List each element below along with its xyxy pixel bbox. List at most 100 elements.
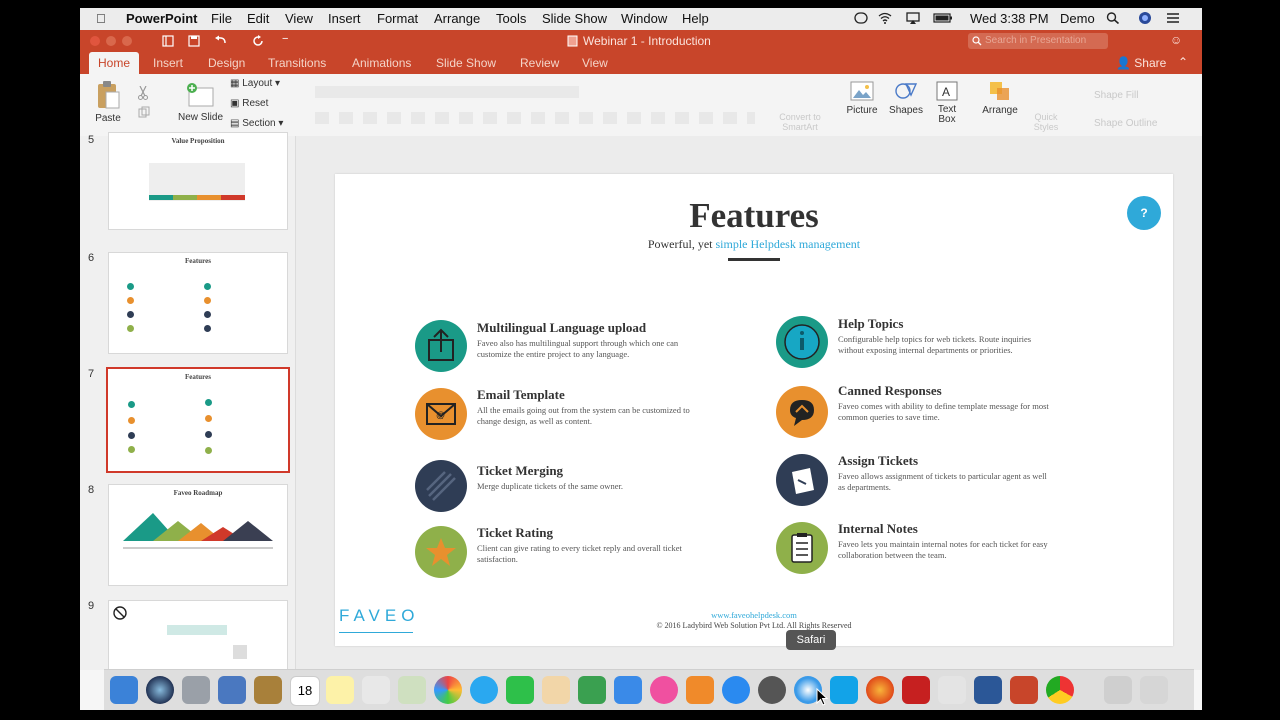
menu-window[interactable]: Window [621,11,667,26]
pages-icon[interactable] [542,676,570,704]
wifi-icon[interactable] [878,12,892,24]
tab-design[interactable]: Design [208,56,245,70]
feature-title[interactable]: Internal Notes [838,521,918,537]
notification-center-icon[interactable] [1166,12,1180,24]
save-icon[interactable] [188,35,200,47]
tab-animations[interactable]: Animations [352,56,411,70]
cut-icon[interactable] [138,86,148,100]
text-box-button[interactable]: A Text Box [932,80,962,125]
slide-canvas[interactable]: Features Powerful, yet simple Helpdesk m… [335,174,1173,646]
text-edit-icon[interactable] [938,676,966,704]
spotlight-search-icon[interactable] [1106,12,1120,24]
feature-title[interactable]: Multilingual Language upload [477,320,646,336]
arrange-button[interactable]: Arrange [978,80,1022,116]
notes-folder-icon[interactable] [254,676,282,704]
stickies-icon[interactable] [326,676,354,704]
tab-review[interactable]: Review [520,56,559,70]
paste-button[interactable]: Paste [88,80,128,124]
calendar-icon[interactable]: 18 [290,676,320,706]
new-slide-button[interactable]: New Slide [178,82,223,123]
system-preferences-icon[interactable] [758,676,786,704]
feature-desc[interactable]: All the emails going out from the system… [477,405,692,427]
slide-title[interactable]: Features [335,196,1173,236]
shapes-button[interactable]: Shapes [888,80,924,116]
slide-thumbnail-7[interactable]: Features [106,367,290,473]
apple-menu-icon[interactable]:  [96,11,106,26]
minimize-window-button[interactable] [106,36,116,46]
reset-button[interactable]: ▣ Reset [230,98,268,109]
siri-dock-icon[interactable] [146,676,174,704]
system-app-icon[interactable] [218,676,246,704]
feature-title[interactable]: Assign Tickets [838,453,918,469]
help-badge[interactable]: ? [1127,196,1161,230]
sidebar-toggle-icon[interactable] [162,35,174,47]
feature-desc[interactable]: Faveo also has multilingual support thro… [477,338,692,360]
itunes-icon[interactable] [650,676,678,704]
smiley-feedback-icon[interactable]: ☺ [1170,33,1182,47]
slide-thumbnail-5[interactable]: Value Proposition [108,132,288,230]
clock[interactable]: Wed 3:38 PM [970,11,1049,26]
feature-desc[interactable]: Client can give rating to every ticket r… [477,543,692,565]
zoom-window-button[interactable] [122,36,132,46]
slide-thumbnail-panel[interactable]: 5 Value Proposition 6 Features 7 Feature… [80,132,296,672]
app-menu[interactable]: PowerPoint [126,11,198,26]
picture-button[interactable]: Picture [844,80,880,116]
app-store-icon[interactable] [722,676,750,704]
keynote-icon[interactable] [614,676,642,704]
shape-outline-button[interactable]: Shape Outline [1094,118,1157,129]
tab-home[interactable]: Home [89,52,140,74]
powerpoint-icon[interactable] [1010,676,1038,704]
filezilla-icon[interactable] [902,676,930,704]
notification-icon[interactable] [854,12,868,24]
firefox-icon[interactable] [866,676,894,704]
airplay-icon[interactable] [906,12,920,24]
copy-icon[interactable] [138,106,150,118]
numbers-icon[interactable] [578,676,606,704]
photos-icon[interactable] [434,676,462,704]
slide-subtitle[interactable]: Powerful, yet simple Helpdesk management [335,237,1173,252]
messages-icon[interactable] [470,676,498,704]
share-button[interactable]: 👤 Share [1116,56,1166,70]
siri-icon[interactable] [1138,12,1152,24]
menu-arrange[interactable]: Arrange [434,11,480,26]
tab-slide-show[interactable]: Slide Show [436,56,496,70]
menu-insert[interactable]: Insert [328,11,361,26]
feature-title[interactable]: Ticket Merging [477,463,563,479]
redo-icon[interactable] [252,35,264,47]
finder-icon[interactable] [110,676,138,704]
undo-icon[interactable] [214,35,228,47]
feature-desc[interactable]: Faveo allows assignment of tickets to pa… [838,471,1053,493]
menu-help[interactable]: Help [682,11,709,26]
user-menu[interactable]: Demo [1060,11,1095,26]
facetime-icon[interactable] [506,676,534,704]
layout-button[interactable]: ▦ Layout ▾ [230,78,280,89]
downloads-stack-icon[interactable] [1104,676,1132,704]
word-icon[interactable] [974,676,1002,704]
slide-thumbnail-9[interactable] [108,600,288,672]
footer-url[interactable]: www.faveohelpdesk.com [335,610,1173,620]
tab-transitions[interactable]: Transitions [268,56,326,70]
menu-format[interactable]: Format [377,11,418,26]
launchpad-icon[interactable] [182,676,210,704]
section-button[interactable]: ▤ Section ▾ [230,118,283,129]
convert-smartart-button[interactable]: Convert to SmartArt [770,112,830,132]
menu-tools[interactable]: Tools [496,11,526,26]
maps-icon[interactable] [398,676,426,704]
trash-icon[interactable] [1140,676,1168,704]
ibooks-icon[interactable] [686,676,714,704]
slide-thumbnail-8[interactable]: Faveo Roadmap [108,484,288,586]
skype-icon[interactable] [830,676,858,704]
tab-view[interactable]: View [582,56,608,70]
collapse-ribbon-icon[interactable]: ⌃ [1178,55,1188,69]
feature-title[interactable]: Email Template [477,387,565,403]
shape-fill-button[interactable]: Shape Fill [1094,90,1138,101]
slide-thumbnail-6[interactable]: Features [108,252,288,354]
search-in-presentation-field[interactable]: Search in Presentation [968,33,1108,49]
feature-desc[interactable]: Faveo lets you maintain internal notes f… [838,539,1053,561]
quick-styles-button[interactable]: Quick Styles [1026,112,1066,132]
feature-title[interactable]: Canned Responses [838,383,942,399]
customize-toolbar-icon[interactable]: − [282,33,288,45]
feature-title[interactable]: Help Topics [838,316,903,332]
feature-title[interactable]: Ticket Rating [477,525,553,541]
tab-insert[interactable]: Insert [153,56,183,70]
